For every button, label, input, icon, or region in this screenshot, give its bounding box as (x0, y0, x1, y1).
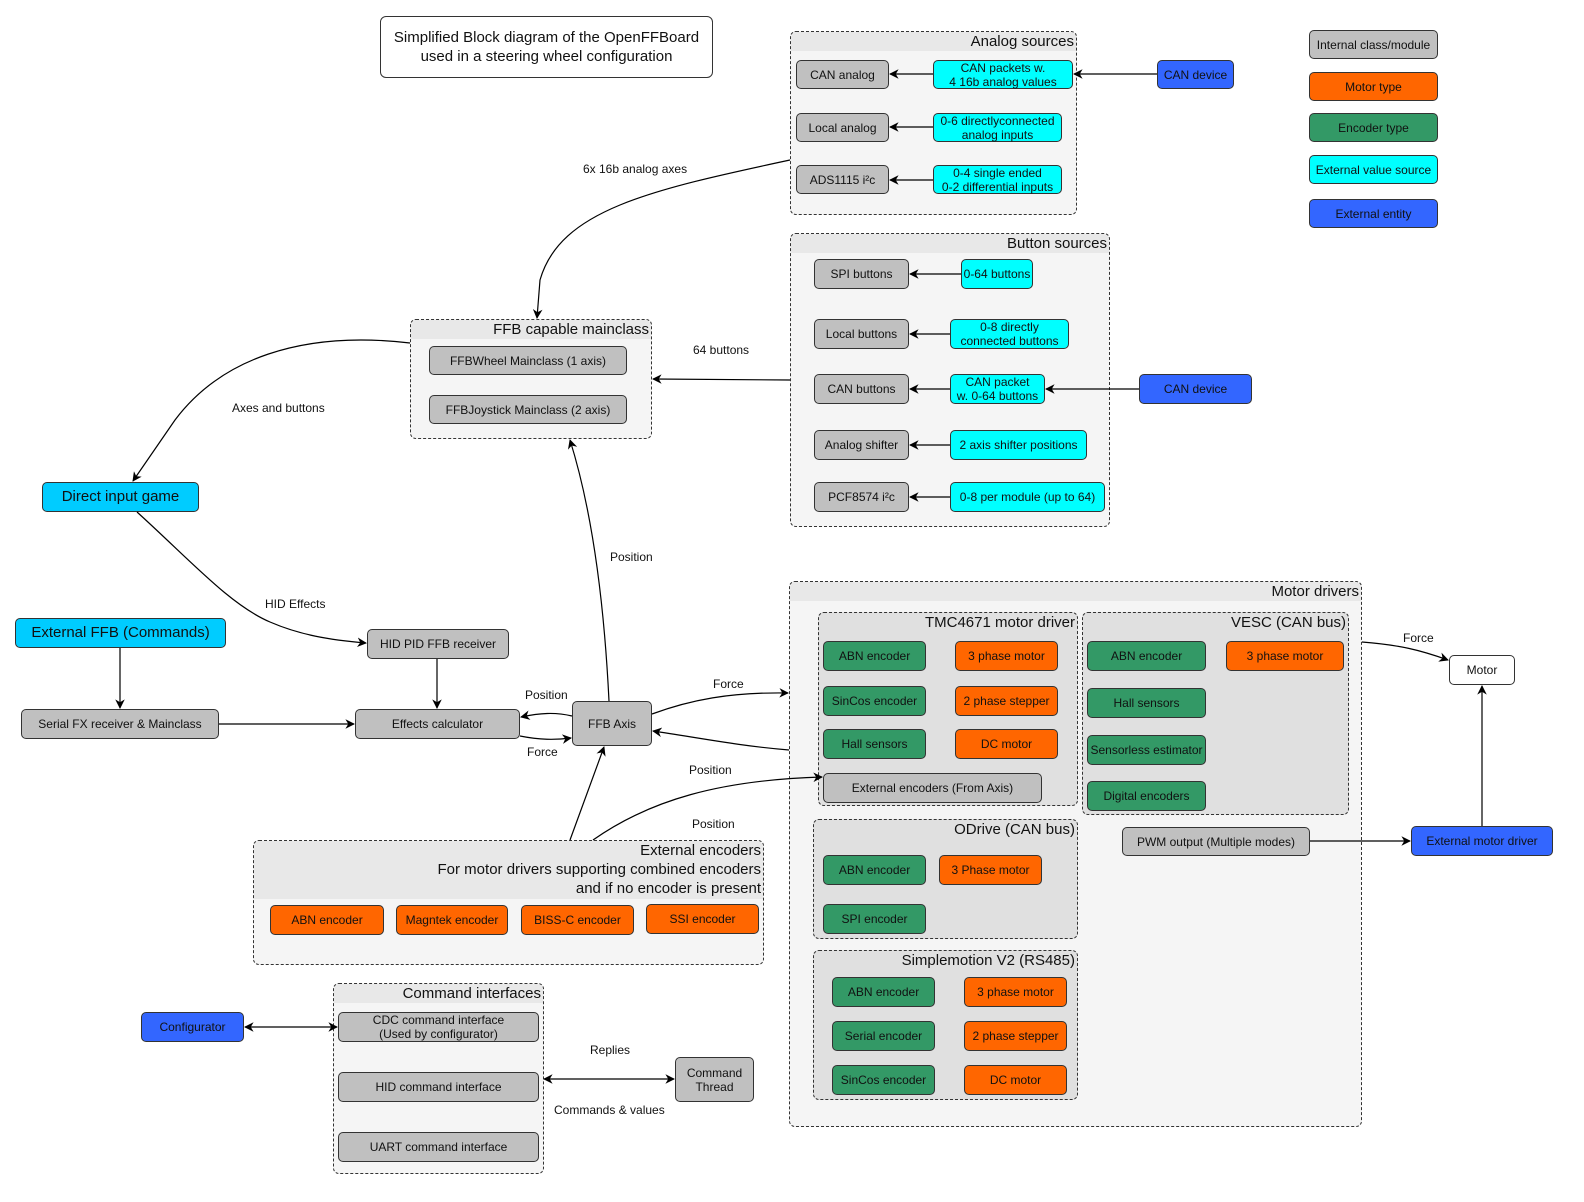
edge-effects-to-axis (519, 734, 572, 744)
label-64-buttons: 64 buttons (693, 343, 750, 357)
label-force-driver: Force (713, 677, 744, 691)
label-replies: Replies (590, 1043, 631, 1057)
edge-buttons-to-mainclass (652, 374, 791, 384)
label-force-calc: Force (527, 745, 558, 759)
label-position-calc: Position (525, 688, 568, 702)
label-position-ext: Position (692, 817, 735, 831)
edge-game-to-hid (136, 511, 367, 648)
edges-layer (115, 69, 1487, 1084)
label-axes-buttons: Axes and buttons (232, 401, 325, 415)
edge-axis-to-effects (520, 710, 573, 720)
label-analog-axes: 6x 16b analog axes (583, 162, 688, 176)
edge-extenc-to-axis (569, 746, 606, 841)
label-position-driver: Position (689, 763, 732, 777)
label-hid-effects: HID Effects (265, 597, 326, 611)
edge-drivers-to-axis (652, 727, 790, 751)
edge-axis-to-drivers (651, 688, 789, 715)
edge-analog-to-mainclass (532, 159, 791, 319)
edge-axis-to-mainclass (567, 439, 610, 702)
label-commands-values: Commands & values (554, 1103, 665, 1117)
label-force-motor: Force (1403, 631, 1434, 645)
label-position-main: Position (610, 550, 653, 564)
